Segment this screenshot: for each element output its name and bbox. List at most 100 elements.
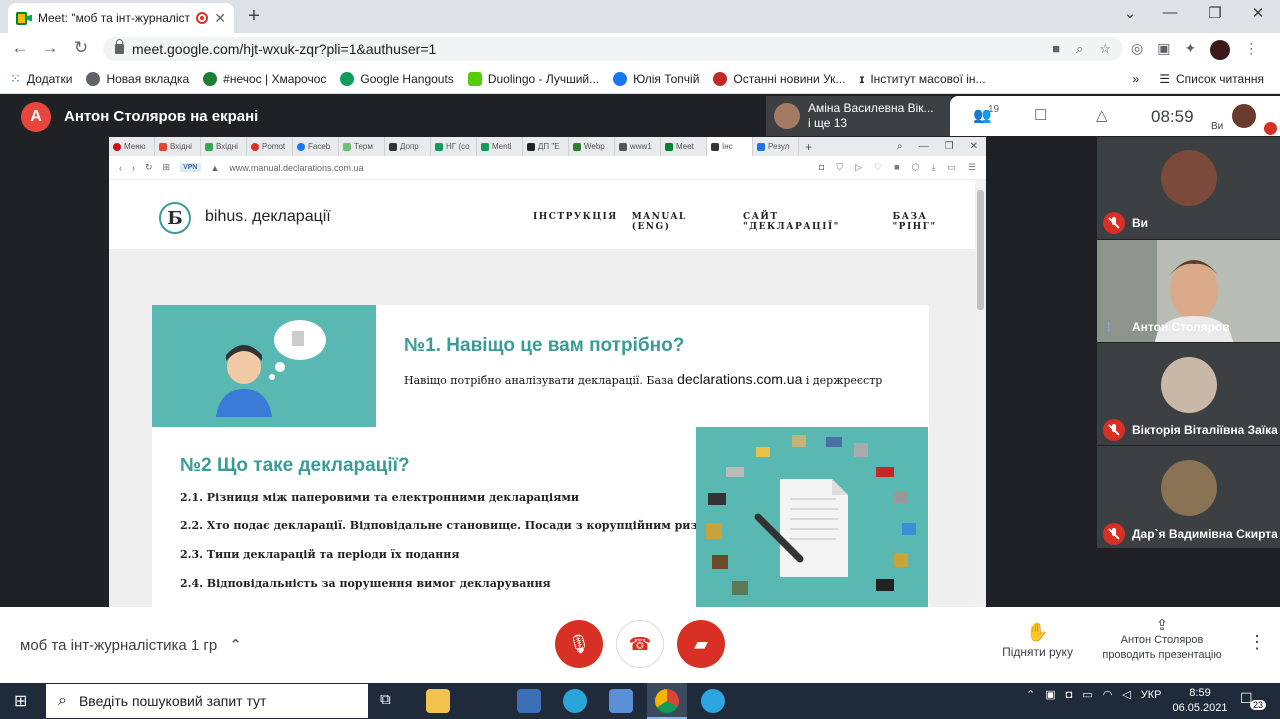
bookmark-duolingo[interactable]: Duolingo - Лучший... bbox=[467, 71, 599, 86]
avatar bbox=[1161, 460, 1217, 516]
bookmark-newtab[interactable]: Новая вкладка bbox=[86, 71, 189, 86]
word-icon[interactable] bbox=[609, 689, 633, 713]
shared-forward-icon: › bbox=[132, 162, 135, 173]
chat-icon[interactable]: ☐ bbox=[1034, 106, 1047, 124]
join-notification[interactable]: Аміна Василевна Вік... і ще 13 bbox=[766, 96, 951, 136]
bihus-logo-icon: Б bbox=[159, 202, 191, 234]
shared-address-bar: ‹ › ↻ ⊞ VPN ▲ www.manual.declarations.com.u… bbox=[109, 156, 986, 180]
settings-icon: ☰ bbox=[967, 162, 976, 172]
meet-logo-icon bbox=[16, 11, 32, 25]
self-label: Ви bbox=[1211, 121, 1224, 132]
mic-off-icon bbox=[1103, 419, 1125, 441]
shared-tab: Резул bbox=[753, 137, 799, 156]
mic-off-icon bbox=[1103, 523, 1125, 545]
bookmark-facebook[interactable]: Юлія Топчій bbox=[613, 71, 699, 86]
shared-tab: Вхідні bbox=[201, 137, 247, 156]
imi-icon: ɪ bbox=[859, 71, 865, 86]
minimize-button[interactable]: — bbox=[1150, 4, 1190, 21]
site-nav: ІНСТРУКЦІЯ MANUAL (ENG) САЙТ "ДЕКЛАРАЦІЇ… bbox=[533, 212, 975, 232]
globe-icon[interactable]: ◎ bbox=[1131, 40, 1143, 60]
mic-off-icon bbox=[1103, 212, 1125, 234]
bookmarks-more[interactable]: » bbox=[1133, 72, 1140, 86]
task-view-icon[interactable]: ⧉ bbox=[380, 691, 391, 708]
shared-tab-strip: Меню Вхідні Вхідні Pomot Faceb Терм Допр… bbox=[109, 137, 986, 156]
more-options-icon[interactable]: ⋮ bbox=[1248, 632, 1266, 653]
site-header: Б bihus. декларації ІНСТРУКЦІЯ MANUAL (E… bbox=[109, 180, 975, 250]
bookmark-hmarochos[interactable]: #нечос | Хмарочос bbox=[203, 71, 326, 86]
profile-avatar[interactable] bbox=[1210, 40, 1231, 60]
camera-icon[interactable]: ■ bbox=[1052, 41, 1060, 57]
close-tab-icon[interactable]: ✕ bbox=[214, 10, 226, 27]
meet-toolbar-right bbox=[950, 96, 1280, 136]
shared-ext-icon: ■ bbox=[894, 162, 900, 172]
hangup-icon: ☎ bbox=[628, 633, 652, 654]
taskbar-search[interactable]: ⌕ Введіть пошуковий запит тут bbox=[46, 684, 368, 718]
reading-list[interactable]: ☰ Список читання bbox=[1159, 72, 1280, 86]
nav-manual-eng: MANUAL (ENG) bbox=[631, 212, 687, 232]
heart-icon: ♡ bbox=[874, 162, 883, 172]
puzzle-icon[interactable]: ✦ bbox=[1184, 40, 1196, 60]
taskbar-clock[interactable]: 8:59 06.05.2021 bbox=[1170, 686, 1230, 716]
camera-toggle-button[interactable]: ▰ bbox=[677, 620, 725, 668]
extension-icon[interactable]: ▣ bbox=[1157, 40, 1170, 60]
wifi-icon: ◠ bbox=[1102, 689, 1113, 701]
mic-toggle-button[interactable]: 🎙 bbox=[555, 620, 603, 668]
download-icon: ⤓ bbox=[931, 162, 936, 172]
reload-icon[interactable]: ↻ bbox=[70, 38, 92, 58]
meet-tray-icon: ▣ bbox=[1045, 689, 1056, 701]
chevron-up-icon: ⌃ bbox=[1026, 689, 1036, 701]
warning-icon: ▲ bbox=[210, 162, 220, 173]
shared-tab: www1 bbox=[615, 137, 661, 156]
file-explorer-icon[interactable] bbox=[426, 689, 450, 713]
shared-scrollbar bbox=[975, 180, 986, 607]
back-icon[interactable]: ← bbox=[9, 38, 31, 58]
recording-icon bbox=[196, 12, 209, 24]
bookmark-imi[interactable]: ɪ Інститут масової ін... bbox=[859, 72, 985, 86]
shared-minimize-icon: — bbox=[918, 141, 929, 152]
browser-tab-meet[interactable]: Meet: "моб та інт-журналісти ✕ bbox=[8, 3, 234, 33]
mic-off-icon bbox=[1264, 122, 1277, 135]
windows-start-icon[interactable]: ⊞ bbox=[14, 691, 27, 711]
restore-button[interactable]: ❐ bbox=[1195, 4, 1235, 22]
bookmark-news[interactable]: Останні новини Ук... bbox=[713, 71, 845, 86]
new-tab-button[interactable]: + bbox=[244, 5, 264, 28]
shared-search-icon: ⌕ bbox=[897, 141, 903, 152]
edge-icon[interactable] bbox=[563, 689, 587, 713]
participant-name: Ви bbox=[1132, 216, 1149, 230]
meeting-title[interactable]: моб та інт-журналістика 1 гр ⌃ bbox=[20, 636, 242, 654]
star-icon[interactable]: ☆ bbox=[1099, 41, 1111, 57]
url-text: meet.google.com/hjt-wxuk-zqr?pli=1&authu… bbox=[132, 41, 437, 57]
shared-tab: Pomot bbox=[247, 137, 293, 156]
close-window-button[interactable]: ✕ bbox=[1238, 4, 1278, 22]
bookmark-apps[interactable]: ⁙ Додатки bbox=[10, 71, 72, 87]
language-indicator[interactable]: УКР bbox=[1141, 689, 1162, 701]
forward-icon[interactable]: → bbox=[39, 38, 61, 58]
nav-site-declarations: САЙТ "ДЕКЛАРАЦІЇ" bbox=[742, 212, 840, 232]
store-icon[interactable] bbox=[517, 689, 541, 713]
section2-item-2: 2.2. Хто подає декларації. Відповідальне… bbox=[180, 519, 731, 532]
participant-name: Дар`я Вадимівна Скирта bbox=[1132, 527, 1278, 541]
shared-tab: Допр bbox=[385, 137, 431, 156]
shared-tab: Faceb bbox=[293, 137, 339, 156]
menu-icon[interactable]: ⋮ bbox=[1244, 40, 1258, 60]
tab-search-icon[interactable]: ⌄ bbox=[1110, 4, 1150, 22]
shared-tab: Меню bbox=[109, 137, 155, 156]
shared-tab: Menti bbox=[477, 137, 523, 156]
meet-clock: 08:59 bbox=[1151, 107, 1194, 126]
leave-call-button[interactable]: ☎ bbox=[616, 620, 664, 668]
tiles-spacer bbox=[1097, 549, 1280, 607]
telegram-icon[interactable] bbox=[701, 689, 725, 713]
volume-icon: ◁ bbox=[1122, 689, 1131, 701]
section1-title: №1. Навіщо це вам потрібно? bbox=[404, 335, 685, 356]
mic-off-icon: 🎙 bbox=[567, 633, 591, 654]
activities-icon[interactable]: △ bbox=[1096, 106, 1108, 124]
address-bar[interactable]: meet.google.com/hjt-wxuk-zqr?pli=1&authu… bbox=[103, 37, 1123, 61]
site-logo-text: bihus. декларації bbox=[205, 208, 331, 225]
reading-list-icon: ☰ bbox=[1159, 71, 1170, 86]
raise-hand-button[interactable]: ✋ Підняти руку bbox=[995, 622, 1080, 659]
zoom-icon[interactable]: ⌕ bbox=[1076, 41, 1083, 57]
presentation-status[interactable]: ⇪ Антон Столяров проводить презентацію bbox=[1092, 618, 1232, 663]
bookmark-hangouts[interactable]: Google Hangouts bbox=[340, 71, 454, 86]
notification-count-badge: 23 bbox=[1250, 700, 1267, 710]
chrome-icon[interactable] bbox=[655, 689, 679, 713]
